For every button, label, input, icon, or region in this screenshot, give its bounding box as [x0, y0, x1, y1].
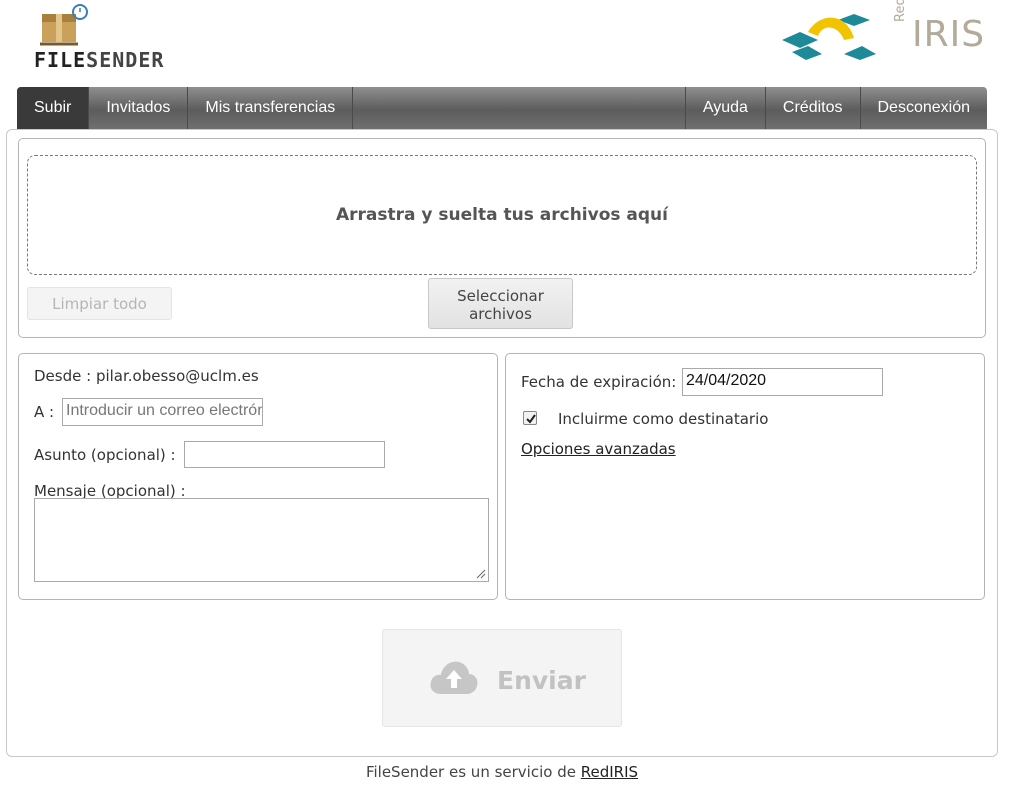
dropzone-text: Arrastra y suelta tus archivos aquí	[335, 205, 668, 225]
tab-creditos[interactable]: Créditos	[766, 87, 861, 129]
from-value: pilar.obesso@uclm.es	[95, 367, 259, 385]
select-files-button[interactable]: Seleccionar archivos	[428, 278, 573, 329]
dropzone[interactable]: Arrastra y suelta tus archivos aquí	[27, 155, 977, 275]
filesender-logo: FILESENDER	[34, 48, 165, 72]
to-label: A :	[34, 403, 55, 421]
footer-text: FileSender es un servicio de	[365, 763, 581, 781]
send-label: Enviar	[497, 666, 586, 695]
checkmark-icon	[526, 414, 536, 424]
select-files-label-2: archivos	[469, 305, 532, 323]
tab-desconexion[interactable]: Desconexión	[861, 87, 988, 129]
select-files-label-1: Seleccionar	[457, 287, 544, 305]
rediris-red-text: Red	[893, 0, 908, 22]
from-label: Desde :	[34, 367, 92, 385]
clear-all-button[interactable]: Limpiar todo	[27, 287, 172, 320]
rediris-iris-text: IRIS	[912, 14, 986, 55]
advanced-options-link[interactable]: Opciones avanzadas	[521, 440, 676, 458]
send-button[interactable]: Enviar	[382, 629, 622, 727]
subject-input[interactable]	[184, 441, 385, 468]
cloud-upload-icon	[430, 661, 478, 694]
tab-mis-transferencias[interactable]: Mis transferencias	[188, 87, 354, 129]
expiry-date-input[interactable]: 24/04/2020	[682, 368, 883, 396]
from-row: Desde : pilar.obesso@uclm.es	[34, 367, 259, 385]
tab-invitados[interactable]: Invitados	[89, 87, 189, 129]
message-textarea[interactable]	[34, 498, 489, 582]
include-me-label: Incluirme como destinatario	[558, 410, 769, 428]
to-input[interactable]: Introducir un correo electrónico	[62, 398, 263, 426]
main-nav: Subir Invitados Mis transferencias Ayuda…	[17, 87, 987, 129]
tab-ayuda[interactable]: Ayuda	[686, 87, 766, 129]
footer-rediris-link[interactable]: RedIRIS	[581, 763, 638, 781]
header: FILESENDER Red IRIS	[0, 0, 1012, 87]
subject-label: Asunto (opcional) :	[34, 446, 176, 464]
tab-subir[interactable]: Subir	[17, 87, 90, 129]
include-me-checkbox[interactable]	[523, 411, 537, 425]
nav-spacer	[353, 87, 686, 129]
resize-grip-icon[interactable]	[476, 569, 486, 579]
footer: FileSender es un servicio de RedIRIS	[0, 763, 1004, 781]
expiry-label: Fecha de expiración:	[521, 373, 677, 391]
